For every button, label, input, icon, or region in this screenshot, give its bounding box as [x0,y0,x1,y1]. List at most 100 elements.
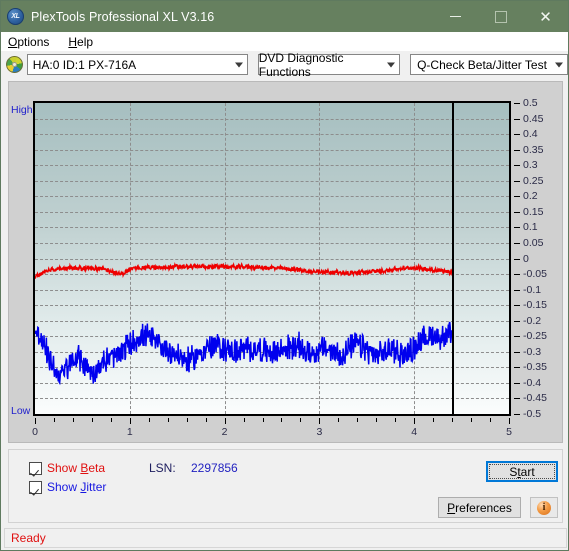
y-axis-tick-label: 0.45 [523,112,544,125]
optical-disc-icon [6,56,23,73]
y-axis-tick-label: 0.05 [523,236,544,249]
x-axis-labels: 0 1 2 3 4 5 [32,418,512,440]
show-beta-label: Show Beta [47,461,106,475]
test-select-value: Q-Check Beta/Jitter Test [417,57,547,72]
x-axis-tick-major [509,418,510,424]
preferences-button-label: Preferences [447,500,512,515]
y-axis-tick-label: -0.2 [523,314,542,327]
checkbox-icon[interactable] [29,480,42,494]
data-end-marker [452,103,455,414]
info-icon: i [537,500,551,515]
y-axis-tick-label: -0.05 [523,268,547,281]
x-axis-tick-label: 0 [32,426,38,438]
y-axis-tick [514,336,520,338]
y-axis-tick [514,180,520,182]
x-axis-tick-label: 5 [506,426,512,438]
x-axis-tick-minor [471,418,473,422]
y-axis-tick-label: 0.3 [523,159,538,172]
plextools-window: XL PlexTools Professional XL V3.16 ✕ Opt… [0,0,569,551]
test-select[interactable]: Q-Check Beta/Jitter Test [410,54,569,75]
x-axis-tick-minor [53,418,55,422]
y-axis-tick [514,320,520,322]
y-axis-tick-label: 0.35 [523,143,544,156]
y-axis-tick [514,103,520,104]
axis-label-low: Low [11,405,31,417]
preferences-button[interactable]: Preferences [438,497,521,518]
y-axis-tick-label: -0.45 [523,392,547,405]
title-bar: XL PlexTools Professional XL V3.16 ✕ [1,1,568,32]
y-axis-tick [514,305,520,307]
x-axis-tick-label: 1 [126,426,133,438]
y-axis-tick-label: 0.15 [523,205,544,218]
y-axis-tick [514,258,520,260]
y-axis-tick [514,351,520,353]
start-button[interactable]: Start [486,461,558,482]
y-axis-tick [514,196,520,198]
function-select-value: DVD Diagnostic Functions [258,50,344,79]
info-button[interactable]: i [530,497,558,518]
plextools-xl-icon: XL [7,8,24,25]
show-beta-checkbox-row[interactable]: Show Beta [29,461,105,475]
y-axis-tick-label: -0.15 [523,299,547,312]
y-axis-tick-label: 0.5 [523,97,538,109]
chevron-down-icon [387,62,395,67]
window-controls: ✕ [433,1,568,32]
checkbox-icon[interactable] [29,461,42,475]
y-axis-tick [514,165,520,167]
x-axis-tick-minor [281,418,283,422]
chart-canvas [35,103,509,414]
menu-item-help[interactable]: Help [68,35,93,49]
drive-select-value: HA:0 ID:1 PX-716A [32,57,137,72]
x-axis-tick-label: 2 [221,426,228,438]
x-axis-tick-major [35,418,36,424]
x-axis-tick-minor [72,418,74,422]
y-axis-tick-label: 0.2 [523,190,538,203]
y-axis-tick [514,227,520,229]
y-axis-tick [514,382,520,384]
drive-select[interactable]: HA:0 ID:1 PX-716A [26,54,248,75]
y-axis-tick-label: -0.25 [523,330,547,343]
x-axis-tick-minor [262,418,264,422]
y-axis-tick [514,134,520,136]
x-axis-tick-minor [167,418,169,422]
axis-label-high: High [11,104,33,116]
x-axis-tick-minor [357,418,359,422]
y-axis-tick-label: -0.3 [523,345,542,358]
y-axis-tick [514,398,520,400]
maximize-button[interactable] [478,1,523,32]
x-axis-tick-minor [376,418,378,422]
status-text: Ready [11,531,46,545]
menu-item-options[interactable]: Options [8,35,49,49]
x-axis-tick-minor [490,418,492,422]
lsn-label: LSN: [149,461,176,475]
x-axis-tick-major [319,418,321,424]
y-axis-tick [514,149,520,151]
y-axis-tick [514,289,520,291]
x-axis-tick-minor [395,418,397,422]
x-axis-tick-minor [452,418,454,422]
plot-area [33,101,511,416]
x-axis-tick-minor [91,418,93,422]
show-jitter-label: Show Jitter [47,480,107,494]
y-axis-tick [514,274,520,276]
y-axis-tick [514,118,520,120]
series-line-jitter [35,322,452,384]
y-axis-tick-label: -0.5 [523,408,542,420]
close-button[interactable]: ✕ [523,1,568,32]
y-axis-tick [514,242,520,244]
y-axis-tick-label: 0.4 [523,128,538,141]
x-axis-tick-minor [300,418,302,422]
menu-bar: Options Help [1,32,568,51]
y-axis-tick-label: 0 [523,252,529,265]
y-axis-tick-label: 0.25 [523,174,544,187]
function-select[interactable]: DVD Diagnostic Functions [257,51,400,79]
controls-panel: Show Beta Show Jitter LSN: 2297856 Start… [8,449,563,523]
minimize-button[interactable] [433,1,478,32]
chevron-down-icon [234,62,243,67]
x-axis-tick-minor [110,418,112,422]
window-title: PlexTools Professional XL V3.16 [31,9,215,24]
status-bar: Ready [4,528,567,548]
y-axis-tick-label: 0.1 [523,221,538,234]
focus-ring [489,464,555,479]
show-jitter-checkbox-row[interactable]: Show Jitter [29,480,106,494]
